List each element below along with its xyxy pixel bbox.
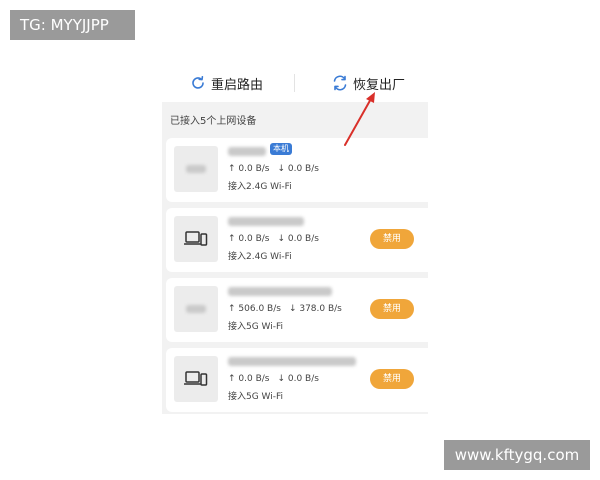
refresh-icon	[190, 75, 206, 91]
connection-type: 接入5G Wi-Fi	[228, 322, 284, 332]
factory-reset-button[interactable]: 恢复出厂	[332, 72, 405, 94]
device-name-blurred	[228, 357, 356, 366]
toolbar-divider	[294, 74, 295, 92]
local-device-badge: 本机	[270, 143, 292, 155]
download-speed: ↓ 0.0 B/s	[277, 164, 319, 174]
laptop-phone-icon	[174, 356, 218, 402]
connection-type: 接入5G Wi-Fi	[228, 392, 284, 402]
router-app-screen: 重启路由 恢复出厂 已接入5个上网设备 本机 ↑ 0.0 B/s ↓ 0.0 B…	[162, 64, 428, 414]
device-thumbnail	[174, 286, 218, 332]
device-name-blurred	[228, 147, 266, 156]
reboot-router-button[interactable]: 重启路由	[190, 72, 263, 94]
download-speed: ↓ 0.0 B/s	[277, 374, 319, 384]
screenshot-stage: TG: MYYJJPP 重启路由 恢复出厂 已接入5个上网设备 本机 ↑ 0.0…	[0, 0, 600, 480]
disable-device-button[interactable]: 禁用	[370, 299, 414, 319]
disable-device-button[interactable]: 禁用	[370, 369, 414, 389]
device-speed: ↑ 0.0 B/s ↓ 0.0 B/s	[228, 234, 319, 244]
upload-speed: ↑ 0.0 B/s	[228, 234, 270, 244]
laptop-phone-icon	[174, 216, 218, 262]
upload-speed: ↑ 0.0 B/s	[228, 374, 270, 384]
device-thumbnail	[174, 146, 218, 192]
device-card[interactable]: ↑ 506.0 B/s ↓ 378.0 B/s 接入5G Wi-Fi 禁用	[166, 278, 428, 342]
top-toolbar: 重启路由 恢复出厂	[162, 64, 428, 102]
disable-device-button[interactable]: 禁用	[370, 229, 414, 249]
reset-icon	[332, 75, 348, 91]
watermark-bottom: www.kftygq.com	[444, 440, 590, 470]
reboot-router-label: 重启路由	[211, 77, 264, 93]
device-card[interactable]: ↑ 0.0 B/s ↓ 0.0 B/s 接入5G Wi-Fi 禁用	[166, 348, 428, 412]
device-card[interactable]: 本机 ↑ 0.0 B/s ↓ 0.0 B/s 接入2.4G Wi-Fi	[166, 138, 428, 202]
connected-devices-label: 已接入5个上网设备	[170, 116, 257, 127]
device-speed: ↑ 0.0 B/s ↓ 0.0 B/s	[228, 374, 319, 384]
download-speed: ↓ 378.0 B/s	[288, 304, 342, 314]
watermark-top: TG: MYYJJPP	[10, 10, 135, 40]
connection-type: 接入2.4G Wi-Fi	[228, 252, 292, 262]
connection-type: 接入2.4G Wi-Fi	[228, 182, 292, 192]
device-card[interactable]: ↑ 0.0 B/s ↓ 0.0 B/s 接入2.4G Wi-Fi 禁用	[166, 208, 428, 272]
factory-reset-label: 恢复出厂	[353, 77, 406, 93]
download-speed: ↓ 0.0 B/s	[277, 234, 319, 244]
upload-speed: ↑ 0.0 B/s	[228, 164, 270, 174]
device-name-blurred	[228, 217, 304, 226]
device-speed: ↑ 506.0 B/s ↓ 378.0 B/s	[228, 304, 342, 314]
device-speed: ↑ 0.0 B/s ↓ 0.0 B/s	[228, 164, 319, 174]
device-name-blurred	[228, 287, 332, 296]
upload-speed: ↑ 506.0 B/s	[228, 304, 281, 314]
